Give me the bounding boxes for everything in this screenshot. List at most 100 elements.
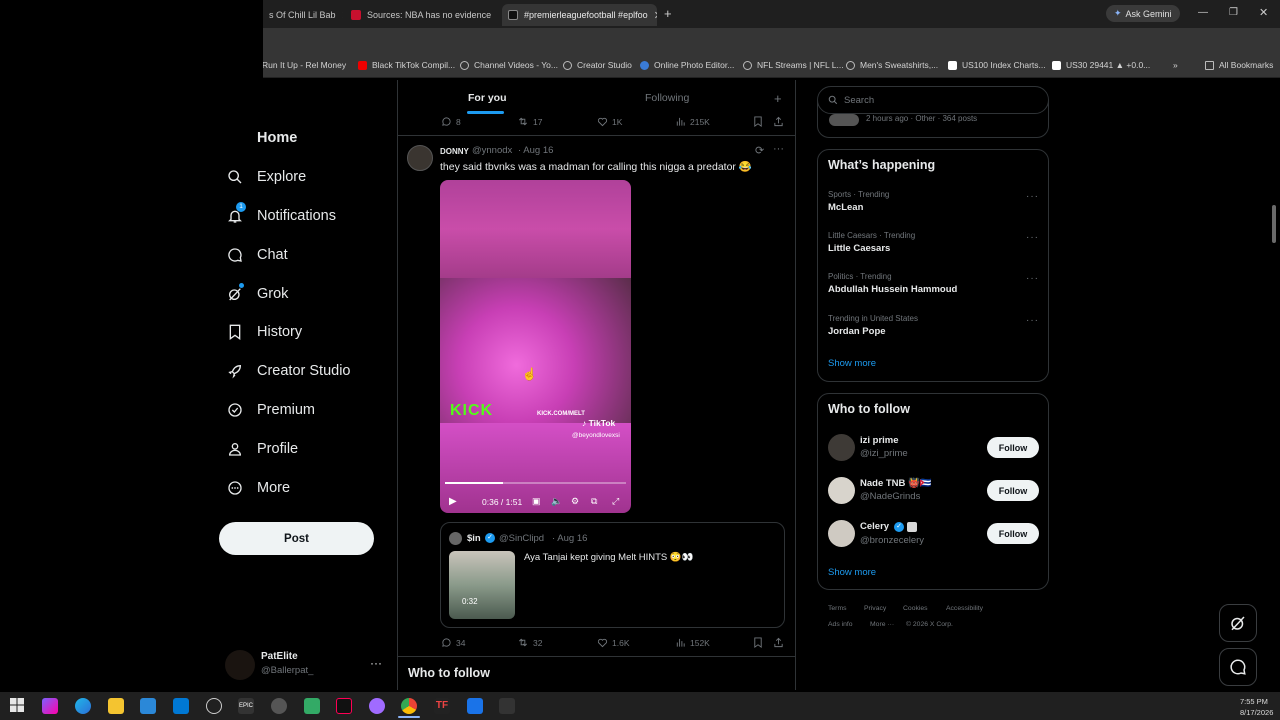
follow-avatar[interactable]	[828, 434, 855, 461]
grok-float-button[interactable]	[1219, 604, 1257, 642]
video-progress-track[interactable]	[445, 482, 626, 484]
trend-item[interactable]: Jordan Pope	[828, 326, 886, 337]
copilot-icon[interactable]	[42, 698, 58, 714]
settings-icon[interactable]: ⚙	[571, 496, 579, 507]
volume-icon[interactable]: 🔈	[551, 496, 562, 507]
footer-terms-link[interactable]: Terms	[828, 605, 847, 612]
footer-accessibility-link[interactable]: Accessibility	[946, 605, 983, 612]
close-icon[interactable]: ✕	[491, 9, 495, 22]
bookmark-item[interactable]: Run It Up - Rel Money	[262, 60, 346, 70]
views-button[interactable]: 152K	[675, 637, 710, 648]
reply-button[interactable]: 8	[441, 116, 461, 127]
nav-history[interactable]: History	[226, 318, 302, 346]
more-options-icon[interactable]: ···	[773, 143, 784, 155]
tweet-video[interactable]: KICK KICK.COM/MELT ♪ TikTok @beyondlovex…	[440, 180, 631, 513]
clock-time[interactable]: 7:55 PM	[1240, 697, 1268, 706]
captions-icon[interactable]: ▣	[532, 496, 541, 507]
browser-tab-3[interactable]: #premierleaguefootball #eplfoo ✕	[502, 4, 657, 26]
bookmarks-overflow-icon[interactable]: »	[1173, 60, 1178, 70]
tradingview-icon[interactable]: TF	[434, 698, 450, 714]
nav-creator-studio[interactable]: Creator Studio	[226, 357, 351, 385]
bookmark-item[interactable]: Online Photo Editor...	[640, 60, 734, 70]
app-icon[interactable]	[499, 698, 515, 714]
footer-privacy-link[interactable]: Privacy	[864, 605, 886, 612]
tiktok-icon[interactable]	[336, 698, 352, 714]
follow-button[interactable]: Follow	[987, 480, 1039, 501]
like-button[interactable]: 1K	[597, 116, 622, 127]
bookmark-icon[interactable]	[753, 637, 767, 648]
trends-show-more-link[interactable]: Show more	[828, 358, 876, 369]
fullscreen-icon[interactable]: ⤢	[612, 496, 619, 507]
trend-more-icon[interactable]: ···	[1026, 273, 1039, 284]
bookmark-icon[interactable]	[753, 116, 767, 127]
pip-icon[interactable]: ⧉	[591, 496, 597, 507]
views-button[interactable]: 215K	[675, 116, 710, 127]
app-icon[interactable]	[304, 698, 320, 714]
tab-following[interactable]: Following	[645, 92, 689, 104]
browser-tab-2[interactable]: Sources: NBA has no evidence ✕	[345, 4, 495, 26]
share-icon[interactable]	[773, 116, 788, 127]
trend-more-icon[interactable]: ···	[1026, 191, 1039, 202]
post-button[interactable]: Post	[219, 522, 374, 555]
nav-chat[interactable]: Chat	[226, 241, 288, 269]
close-icon[interactable]: ✕	[648, 9, 657, 22]
app-icon[interactable]	[467, 698, 483, 714]
play-icon[interactable]: ▶	[449, 496, 457, 507]
new-tab-icon[interactable]: +	[664, 6, 672, 21]
edge-icon[interactable]	[75, 698, 91, 714]
follow-button[interactable]: Follow	[987, 437, 1039, 458]
nav-home[interactable]: Home	[226, 124, 297, 152]
bookmark-item[interactable]: Channel Videos - Yo...	[460, 60, 558, 70]
mail-icon[interactable]	[173, 698, 189, 714]
browser-tab-1[interactable]: s Of Chill Lil Bab ✕	[263, 4, 343, 26]
quote-thumbnail[interactable]	[449, 551, 515, 619]
follow-name[interactable]: Nade TNB 👹🇨🇺	[860, 478, 932, 489]
window-close-icon[interactable]: ✕	[1259, 6, 1268, 19]
follow-name[interactable]: izi prime	[860, 435, 899, 446]
epic-games-icon[interactable]: EPIC	[238, 698, 254, 714]
follow-name[interactable]: Celery	[860, 521, 889, 532]
tweet-author-name[interactable]: DONNY	[440, 147, 469, 156]
tweet-author-handle[interactable]: @ynnodx	[472, 145, 512, 156]
trend-item[interactable]: Abdullah Hussein Hammoud	[828, 284, 957, 295]
clock-date[interactable]: 8/17/2026	[1240, 708, 1273, 717]
follow-avatar[interactable]	[828, 520, 855, 547]
page-scrollbar[interactable]	[1272, 205, 1276, 243]
trend-item[interactable]: McLean	[828, 202, 863, 213]
app-icon[interactable]	[369, 698, 385, 714]
close-icon[interactable]: ✕	[336, 9, 343, 22]
repost-button[interactable]: 17	[517, 116, 542, 127]
maximize-icon[interactable]: ❐	[1229, 7, 1238, 18]
footer-more-link[interactable]: More ···	[870, 621, 894, 628]
ask-gemini-button[interactable]: ✦ Ask Gemini	[1106, 5, 1180, 22]
file-explorer-icon[interactable]	[108, 698, 124, 714]
nav-notifications[interactable]: 1 Notifications	[226, 202, 336, 230]
grok-icon[interactable]: ⟳	[755, 144, 764, 157]
tweet-date[interactable]: · Aug 16	[518, 145, 553, 156]
trend-more-icon[interactable]: ···	[1026, 315, 1039, 326]
nav-grok[interactable]: Grok	[226, 280, 288, 308]
nav-more[interactable]: More	[226, 474, 290, 502]
footer-cookies-link[interactable]: Cookies	[903, 605, 928, 612]
bookmark-item[interactable]: US30 29441 ▲ +0.0...	[1052, 60, 1150, 70]
account-menu-icon[interactable]: ···	[370, 656, 382, 670]
chrome-icon[interactable]	[401, 698, 417, 714]
store-icon[interactable]	[140, 698, 156, 714]
follow-show-more-link[interactable]: Show more	[828, 567, 876, 578]
minimize-icon[interactable]: —	[1198, 7, 1208, 18]
bookmark-item[interactable]: Creator Studio	[563, 60, 632, 70]
bookmark-item[interactable]: NFL Streams | NFL L...	[743, 60, 844, 70]
account-avatar[interactable]	[225, 650, 255, 680]
share-icon[interactable]	[773, 637, 788, 648]
nav-premium[interactable]: Premium	[226, 396, 315, 424]
trend-more-icon[interactable]: ···	[1026, 232, 1039, 243]
add-tab-icon[interactable]: +	[774, 91, 782, 106]
bookmark-item[interactable]: Black TikTok Compil...	[358, 60, 455, 70]
follow-button[interactable]: Follow	[987, 523, 1039, 544]
app-icon[interactable]	[271, 698, 287, 714]
follow-avatar[interactable]	[828, 477, 855, 504]
like-button[interactable]: 1.6K	[597, 637, 630, 648]
repost-button[interactable]: 32	[517, 637, 542, 648]
tweet-author-avatar[interactable]	[407, 145, 433, 171]
nav-profile[interactable]: Profile	[226, 435, 298, 463]
